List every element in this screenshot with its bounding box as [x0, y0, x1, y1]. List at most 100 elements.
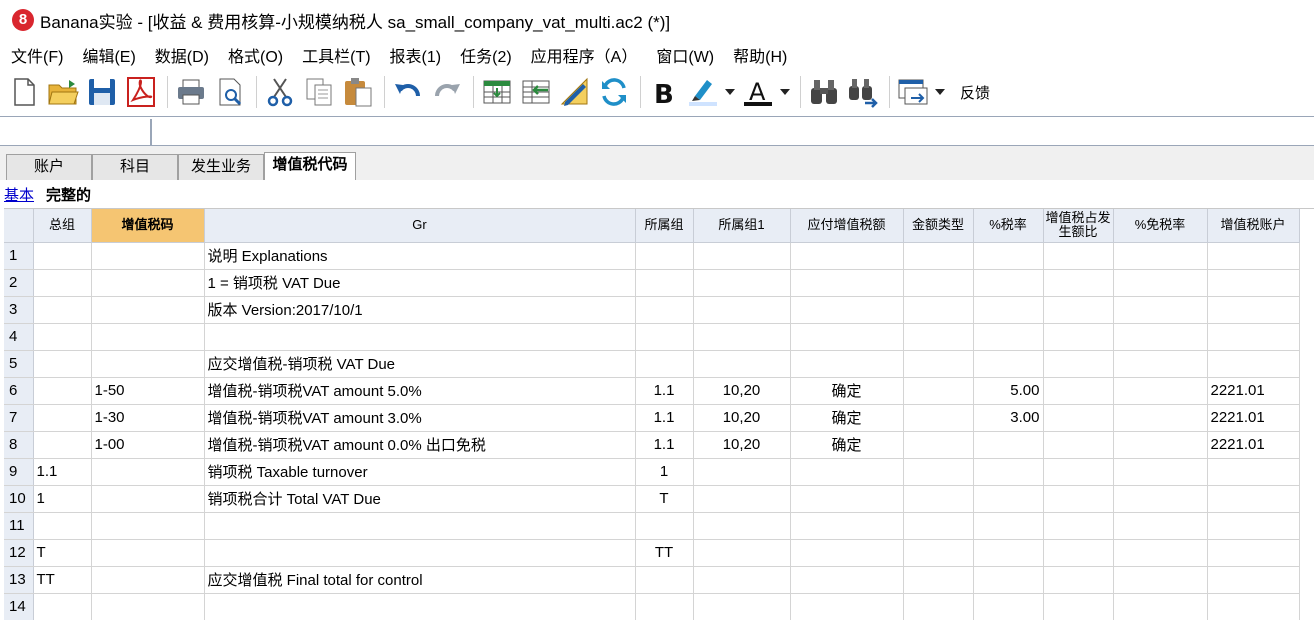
cell-total-group[interactable] [33, 512, 92, 540]
menu-extensions[interactable]: 应用程序（A） [524, 43, 645, 67]
cell-amount-type[interactable] [903, 512, 974, 540]
cell-amount-type[interactable] [903, 431, 974, 459]
cell-group1[interactable] [693, 539, 791, 567]
col-header-non-deductible-rate[interactable]: %免税率 [1113, 209, 1208, 243]
cell-total-group[interactable] [33, 242, 92, 270]
cell-non-deductible-rate[interactable] [1113, 512, 1208, 540]
cell-amount-type[interactable] [903, 485, 974, 513]
cell-group1[interactable] [693, 512, 791, 540]
cell-vat-payable[interactable] [790, 269, 904, 297]
cell-vat-payable[interactable] [790, 566, 904, 594]
cell-vat-rate-on-gross[interactable] [1043, 269, 1114, 297]
cell-vat-rate[interactable] [973, 242, 1044, 270]
cell-amount-type[interactable] [903, 566, 974, 594]
cell-group[interactable] [635, 350, 694, 378]
cell-non-deductible-rate[interactable] [1113, 296, 1208, 324]
cell-group1[interactable]: 10,20 [693, 404, 791, 432]
cell-vat-code[interactable] [91, 458, 205, 486]
cell-total-group[interactable] [33, 323, 92, 351]
cell-group1[interactable] [693, 458, 791, 486]
find-button[interactable] [806, 74, 842, 110]
cell-vat-payable[interactable] [790, 296, 904, 324]
cell-vat-rate[interactable] [973, 539, 1044, 567]
cell-total-group[interactable] [33, 296, 92, 324]
col-header-amount-type[interactable]: 金额类型 [903, 209, 974, 243]
cell-non-deductible-rate[interactable] [1113, 377, 1208, 405]
cell-non-deductible-rate[interactable] [1113, 539, 1208, 567]
cell-vat-account[interactable]: 2221.01 [1207, 431, 1300, 459]
cell-description[interactable]: 1 = 销项税 VAT Due [204, 269, 636, 297]
col-header-total-group[interactable]: 总组 [33, 209, 92, 243]
cell-non-deductible-rate[interactable] [1113, 485, 1208, 513]
cell-group[interactable] [635, 593, 694, 620]
cell-vat-rate-on-gross[interactable] [1043, 539, 1114, 567]
cell-amount-type[interactable] [903, 350, 974, 378]
cell-group[interactable]: 1.1 [635, 377, 694, 405]
cell-vat-payable[interactable]: 确定 [790, 431, 904, 459]
view-basic-link[interactable]: 基本 [4, 184, 34, 205]
cell-vat-rate-on-gross[interactable] [1043, 323, 1114, 351]
cell-vat-payable[interactable] [790, 593, 904, 620]
print-button[interactable] [173, 74, 209, 110]
paste-button[interactable] [340, 74, 376, 110]
cell-non-deductible-rate[interactable] [1113, 269, 1208, 297]
cell-vat-code[interactable]: 1-00 [91, 431, 205, 459]
cell-total-group[interactable]: 1.1 [33, 458, 92, 486]
cell-amount-type[interactable] [903, 242, 974, 270]
row-number-header[interactable] [4, 209, 34, 243]
cell-vat-rate-on-gross[interactable] [1043, 512, 1114, 540]
cell-amount-type[interactable] [903, 269, 974, 297]
cell-vat-code[interactable] [91, 296, 205, 324]
tab-accounts[interactable]: 账户 [6, 154, 92, 180]
cell-vat-rate[interactable]: 5.00 [973, 377, 1044, 405]
cell-total-group[interactable] [33, 431, 92, 459]
cell-group1[interactable] [693, 269, 791, 297]
cut-button[interactable] [262, 74, 298, 110]
view-complete-label[interactable]: 完整的 [46, 184, 91, 205]
add-rows-button[interactable] [479, 74, 515, 110]
cell-vat-code[interactable] [91, 350, 205, 378]
cell-description[interactable]: 增值税-销项税VAT amount 0.0% 出口免税 [204, 431, 636, 459]
cell-group[interactable]: 1.1 [635, 404, 694, 432]
highlight-dropdown[interactable] [724, 74, 736, 110]
cell-amount-type[interactable] [903, 377, 974, 405]
cell-vat-rate-on-gross[interactable] [1043, 350, 1114, 378]
cell-amount-type[interactable] [903, 593, 974, 620]
cell-vat-rate[interactable] [973, 593, 1044, 620]
tab-transactions[interactable]: 发生业务 [178, 154, 264, 180]
cell-vat-account[interactable] [1207, 458, 1300, 486]
window-layout-button[interactable] [895, 74, 931, 110]
cell-vat-rate-on-gross[interactable] [1043, 431, 1114, 459]
cell-non-deductible-rate[interactable] [1113, 431, 1208, 459]
move-row-button[interactable] [518, 74, 554, 110]
cell-vat-rate[interactable] [973, 269, 1044, 297]
cell-description[interactable] [204, 512, 636, 540]
export-pdf-button[interactable] [123, 74, 159, 110]
cell-non-deductible-rate[interactable] [1113, 404, 1208, 432]
cell-vat-payable[interactable] [790, 242, 904, 270]
window-layout-dropdown[interactable] [934, 74, 946, 110]
recalculate-button[interactable] [596, 74, 632, 110]
cell-description[interactable]: 应交增值税-销项税 VAT Due [204, 350, 636, 378]
cell-non-deductible-rate[interactable] [1113, 566, 1208, 594]
cell-vat-payable[interactable] [790, 458, 904, 486]
cell-vat-payable[interactable]: 确定 [790, 377, 904, 405]
cell-vat-account[interactable] [1207, 323, 1300, 351]
cell-vat-account[interactable] [1207, 485, 1300, 513]
menu-format[interactable]: 格式(O) [221, 43, 290, 67]
cell-group1[interactable]: 10,20 [693, 377, 791, 405]
cell-vat-payable[interactable]: 确定 [790, 404, 904, 432]
cell-vat-code[interactable] [91, 323, 205, 351]
cell-description[interactable]: 说明 Explanations [204, 242, 636, 270]
col-header-vat-code[interactable]: 增值税码 [91, 209, 205, 243]
cell-description[interactable]: 增值税-销项税VAT amount 3.0% [204, 404, 636, 432]
cell-vat-payable[interactable] [790, 323, 904, 351]
cell-group1[interactable] [693, 485, 791, 513]
menu-file[interactable]: 文件(F) [4, 43, 70, 67]
cell-total-group[interactable] [33, 269, 92, 297]
cell-vat-code[interactable] [91, 566, 205, 594]
tab-vat-codes[interactable]: 增值税代码 [264, 152, 356, 180]
cell-vat-account[interactable] [1207, 350, 1300, 378]
cell-vat-rate[interactable]: 3.00 [973, 404, 1044, 432]
cell-group1[interactable]: 10,20 [693, 431, 791, 459]
